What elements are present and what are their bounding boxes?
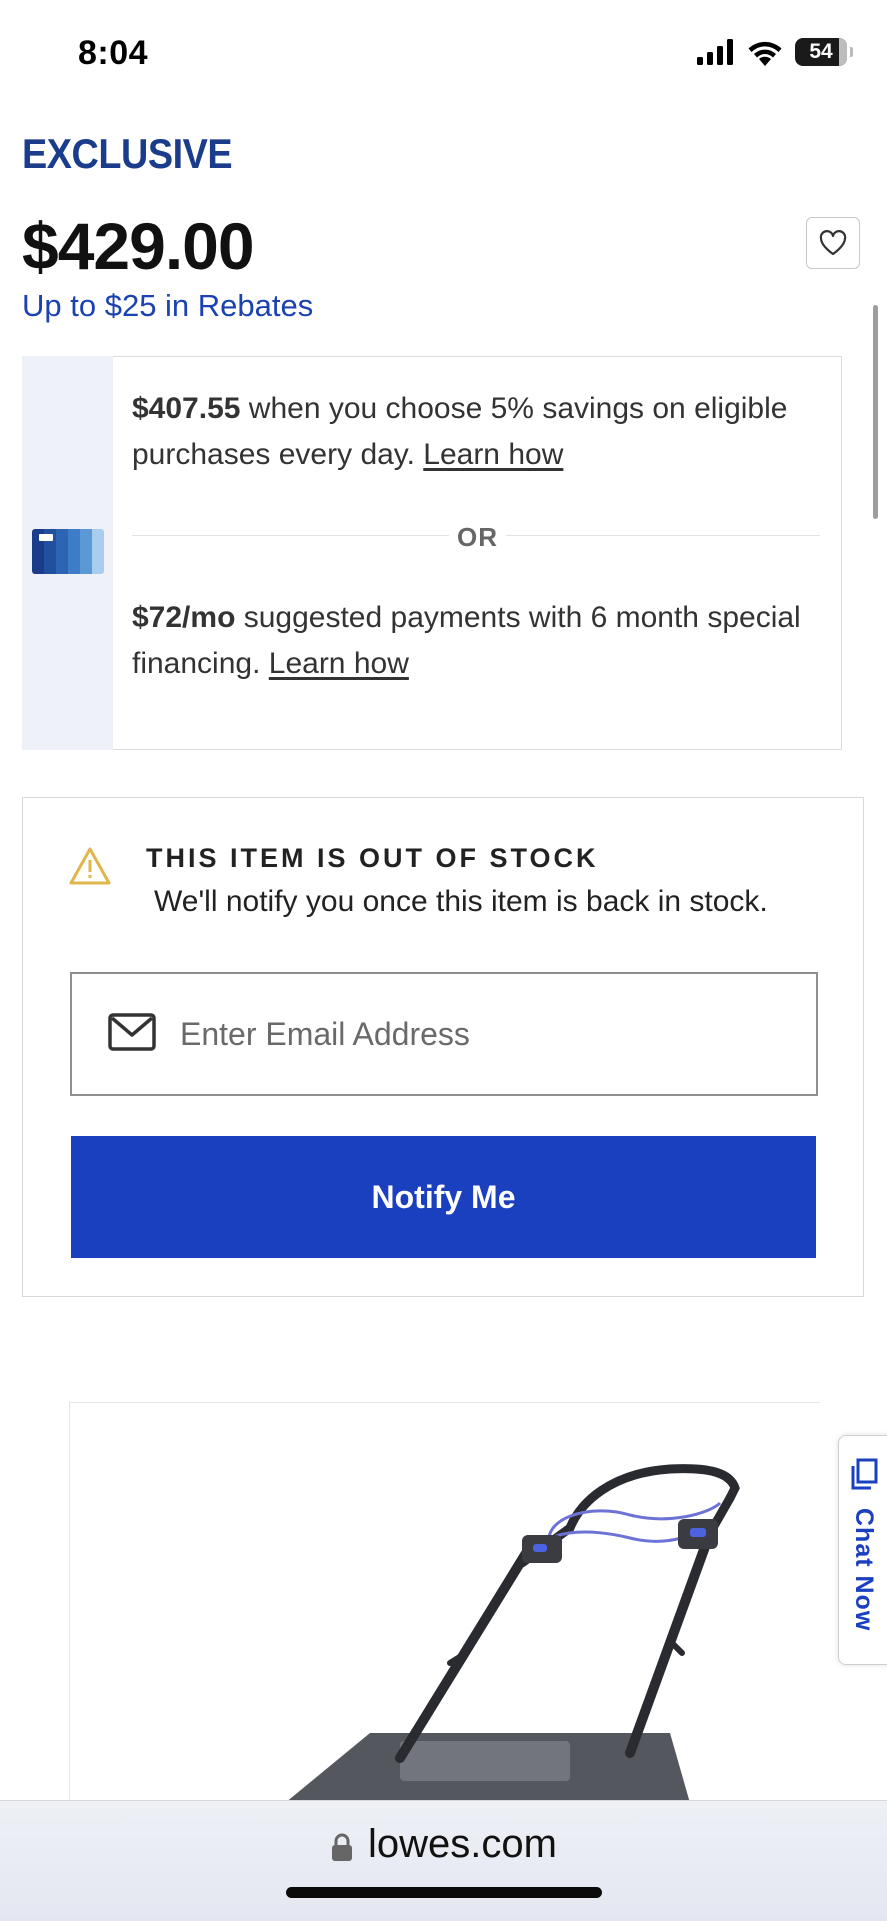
browser-url[interactable]: lowes.com (368, 1822, 557, 1867)
favorite-button[interactable] (806, 217, 860, 269)
product-price: $429.00 (22, 209, 255, 283)
savings-learn-how-link[interactable]: Learn how (423, 438, 563, 471)
chat-now-button[interactable]: Chat Now (838, 1435, 887, 1665)
savings-amount: $407.55 (132, 392, 241, 425)
out-of-stock-subtitle: We'll notify you once this item is back … (154, 885, 768, 918)
warning-icon (69, 847, 111, 885)
lock-icon (332, 1833, 352, 1861)
status-icons: 54 (697, 38, 853, 66)
savings-offer: $407.55 when you choose 5% savings on el… (132, 386, 822, 478)
email-input[interactable] (180, 1006, 780, 1062)
home-indicator[interactable] (286, 1887, 602, 1898)
or-label: OR (449, 522, 506, 553)
cellular-signal-icon (697, 39, 733, 65)
rebates-link[interactable]: Up to $25 in Rebates (22, 288, 313, 324)
heart-icon (819, 230, 847, 256)
chat-now-label: Chat Now (850, 1508, 878, 1632)
payment-amount: $72/mo (132, 601, 236, 634)
scrollbar-thumb[interactable] (873, 305, 878, 519)
notify-me-button[interactable]: Notify Me (71, 1136, 816, 1258)
credit-card-icon (32, 529, 104, 574)
wifi-icon (748, 41, 782, 66)
financing-learn-how-link[interactable]: Learn how (269, 647, 409, 680)
exclusive-badge: EXCLUSIVE (22, 130, 233, 177)
out-of-stock-title: THIS ITEM IS OUT OF STOCK (146, 843, 599, 873)
battery-icon: 54 (795, 38, 853, 66)
chat-icon (851, 1458, 878, 1490)
financing-offer: $72/mo suggested payments with 6 month s… (132, 595, 822, 687)
product-image[interactable] (69, 1402, 820, 1823)
mail-icon (108, 1013, 156, 1051)
lawn-mower-image (260, 1464, 740, 1823)
status-time: 8:04 (78, 34, 149, 72)
